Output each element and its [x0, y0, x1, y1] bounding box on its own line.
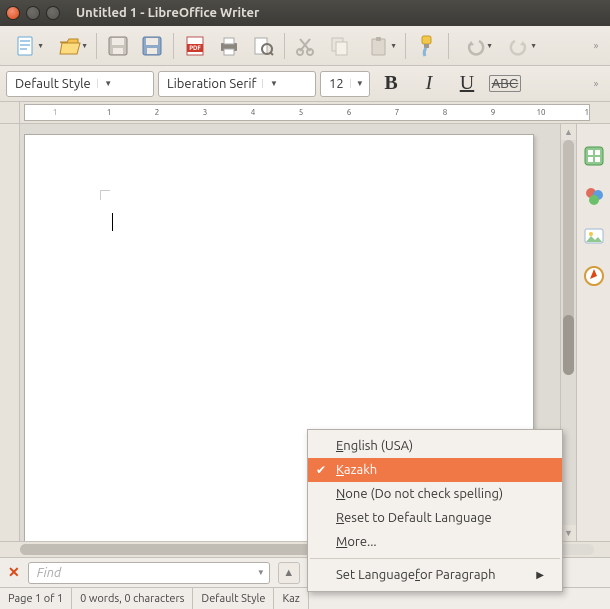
menu-item-reset-default[interactable]: Reset to Default Language	[308, 506, 562, 530]
font-size-combo[interactable]: 12 ▼	[320, 71, 370, 97]
sidebar-navigator-icon[interactable]	[582, 264, 606, 288]
submenu-arrow-icon: ▶	[536, 569, 544, 581]
toolbar-overflow-button[interactable]: »	[588, 31, 604, 61]
check-icon: ✔	[316, 463, 326, 477]
menu-item-none[interactable]: None (Do not check spelling)	[308, 482, 562, 506]
chevron-down-icon: ▼	[37, 42, 44, 50]
paragraph-style-value: Default Style	[15, 77, 91, 91]
horizontal-ruler-row: 11234567891011	[0, 102, 610, 124]
window-title: Untitled 1 - LibreOffice Writer	[76, 6, 259, 20]
font-name-value: Liberation Serif	[167, 77, 256, 91]
window-maximize-button[interactable]	[46, 6, 60, 20]
paste-button[interactable]: ▼	[359, 31, 399, 61]
chevron-down-icon: ▼	[262, 79, 280, 88]
vertical-ruler[interactable]	[0, 124, 20, 541]
menu-separator	[310, 558, 560, 559]
chevron-down-icon: ▼	[390, 42, 397, 50]
font-size-value: 12	[329, 77, 344, 91]
print-preview-button[interactable]	[248, 31, 278, 61]
chevron-down-icon: ▼	[97, 79, 115, 88]
menu-item-english[interactable]: English (USA)	[308, 434, 562, 458]
sidebar-styles-icon[interactable]	[582, 184, 606, 208]
standard-toolbar: ▼ ▼ PDF ▼ ▼ ▼ »	[0, 26, 610, 66]
strikethrough-button[interactable]: ABC	[488, 70, 522, 98]
chevron-down-icon: ▼	[81, 42, 88, 50]
svg-text:PDF: PDF	[189, 45, 201, 52]
horizontal-ruler[interactable]: 11234567891011	[24, 104, 590, 121]
scroll-up-icon[interactable]: ▲	[561, 124, 576, 140]
chevron-down-icon: ▼	[486, 42, 493, 50]
new-document-button[interactable]: ▼	[6, 31, 46, 61]
title-bar: Untitled 1 - LibreOffice Writer	[0, 0, 610, 26]
window-minimize-button[interactable]	[26, 6, 40, 20]
paragraph-style-combo[interactable]: Default Style ▼	[6, 71, 154, 97]
bold-button[interactable]: B	[374, 70, 408, 98]
save-as-button[interactable]	[137, 31, 167, 61]
scroll-down-icon[interactable]: ▼	[561, 525, 576, 541]
cut-button[interactable]	[291, 31, 321, 61]
menu-item-set-language-paragraph[interactable]: Set Language for Paragraph ▶	[308, 563, 562, 587]
export-pdf-button[interactable]: PDF	[180, 31, 210, 61]
menu-item-kazakh[interactable]: ✔ Kazakh	[308, 458, 562, 482]
undo-button[interactable]: ▼	[455, 31, 495, 61]
sidebar-properties-icon[interactable]	[582, 144, 606, 168]
sidebar-tab-bar	[576, 124, 610, 541]
language-context-menu: English (USA) ✔ Kazakh None (Do not chec…	[307, 429, 563, 592]
italic-button[interactable]: I	[412, 70, 446, 98]
font-name-combo[interactable]: Liberation Serif ▼	[158, 71, 316, 97]
save-button[interactable]	[103, 31, 133, 61]
copy-button[interactable]	[325, 31, 355, 61]
open-document-button[interactable]: ▼	[50, 31, 90, 61]
redo-button[interactable]: ▼	[499, 31, 539, 61]
chevron-down-icon: ▼	[530, 42, 537, 50]
sidebar-gallery-icon[interactable]	[582, 224, 606, 248]
chevron-down-icon: ▼	[257, 568, 265, 577]
find-input[interactable]: Find ▼	[28, 562, 270, 584]
underline-button[interactable]: U	[450, 70, 484, 98]
menu-item-more[interactable]: More...	[308, 530, 562, 554]
close-findbar-button[interactable]: ✕	[8, 564, 20, 581]
print-button[interactable]	[214, 31, 244, 61]
format-paintbrush-button[interactable]	[412, 31, 442, 61]
toolbar-overflow-button[interactable]: »	[588, 69, 604, 99]
find-previous-button[interactable]: ▲	[278, 562, 300, 584]
window-close-button[interactable]	[6, 6, 20, 20]
formatting-toolbar: Default Style ▼ Liberation Serif ▼ 12 ▼ …	[0, 66, 610, 102]
chevron-down-icon: ▼	[350, 79, 365, 88]
text-cursor	[112, 213, 113, 231]
find-placeholder: Find	[37, 566, 62, 580]
